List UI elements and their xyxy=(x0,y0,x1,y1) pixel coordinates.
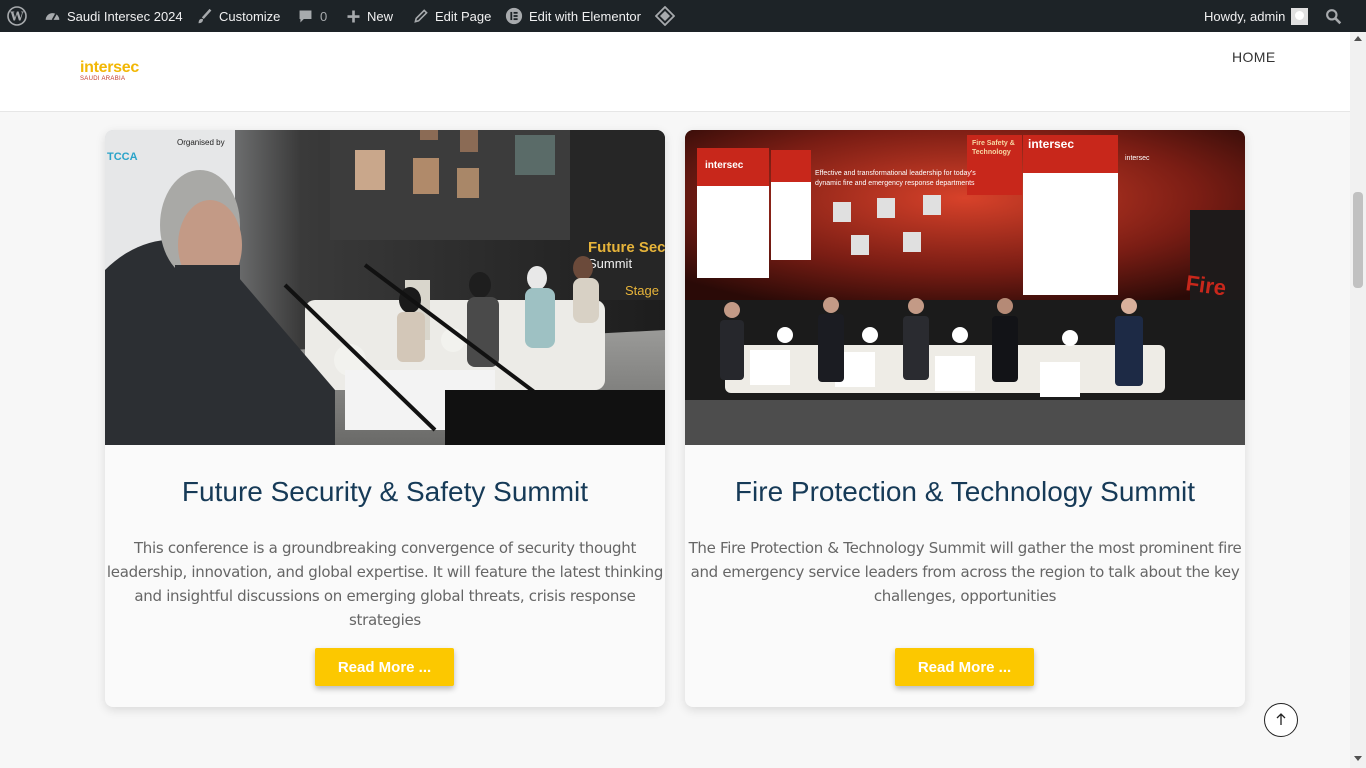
comment-icon xyxy=(297,8,314,25)
read-more-button[interactable]: Read More ... xyxy=(895,648,1034,686)
fire-summit-photo: intersec intersec intersec Fire Safety &… xyxy=(685,130,1245,445)
logo-wordmark: intersec xyxy=(80,59,139,76)
new-content-menu[interactable]: New xyxy=(346,0,393,32)
account-menu[interactable]: Howdy, admin xyxy=(1204,0,1309,32)
card-description: This conference is a groundbreaking conv… xyxy=(106,539,664,629)
customize-link[interactable]: Customize xyxy=(196,0,280,32)
nav-home-link[interactable]: HOME xyxy=(1232,49,1276,65)
svg-text:Organised by: Organised by xyxy=(177,138,225,147)
card-title[interactable]: Fire Protection & Technology Summit xyxy=(685,476,1245,508)
back-to-top-button[interactable] xyxy=(1264,703,1298,737)
logo-subtitle: SAUDI ARABIA xyxy=(80,76,126,82)
edit-page-link[interactable]: Edit Page xyxy=(413,0,491,32)
brush-icon xyxy=(196,8,213,25)
security-summit-photo: Future Sec Summit Stage Organised by TCC… xyxy=(105,130,665,445)
comments-count: 0 xyxy=(320,8,328,24)
arrow-up-icon xyxy=(1275,711,1287,730)
svg-text:Summit: Summit xyxy=(588,256,632,271)
scroll-down-arrow[interactable] xyxy=(1354,756,1362,761)
svg-text:TCCA: TCCA xyxy=(107,151,138,163)
card-description: The Fire Protection & Technology Summit … xyxy=(688,539,1242,605)
plus-icon xyxy=(346,9,361,24)
svg-text:intersec: intersec xyxy=(1028,137,1074,151)
elementor-icon xyxy=(505,7,523,25)
site-name-menu[interactable]: Saudi Intersec 2024 xyxy=(44,0,183,32)
svg-text:Fire Safety &: Fire Safety & xyxy=(972,140,1015,147)
pencil-icon xyxy=(413,8,429,24)
admin-bar: W Saudi Intersec 2024 Customize 0 New Ed… xyxy=(0,0,1366,32)
dashboard-icon xyxy=(44,8,61,25)
site-name-label: Saudi Intersec 2024 xyxy=(67,8,183,24)
site-logo[interactable]: intersec SAUDI ARABIA xyxy=(80,60,139,83)
svg-text:Effective and transformational: Effective and transformational leadershi… xyxy=(815,170,976,177)
diamond-menu-button[interactable] xyxy=(655,0,675,32)
wordpress-logo-button[interactable]: W xyxy=(7,0,27,32)
scroll-up-arrow[interactable] xyxy=(1354,36,1362,41)
summit-card-security: Future Sec Summit Stage Organised by TCC… xyxy=(105,130,665,707)
edit-page-label: Edit Page xyxy=(435,8,492,24)
card-title[interactable]: Future Security & Safety Summit xyxy=(105,476,665,508)
diamond-icon xyxy=(655,6,675,26)
svg-text:intersec: intersec xyxy=(1125,155,1150,162)
svg-text:Stage: Stage xyxy=(625,283,659,298)
admin-search-button[interactable] xyxy=(1325,0,1342,32)
svg-text:dynamic fire and emergency res: dynamic fire and emergency response depa… xyxy=(815,180,975,187)
howdy-label: Howdy, admin xyxy=(1204,8,1286,24)
scrollbar-thumb[interactable] xyxy=(1353,192,1363,288)
site-header: intersec SAUDI ARABIA HOME xyxy=(0,32,1350,112)
new-label: New xyxy=(367,8,394,24)
svg-text:Future Sec: Future Sec xyxy=(588,239,665,256)
edit-elementor-label: Edit with Elementor xyxy=(529,8,641,24)
search-icon xyxy=(1325,8,1342,25)
summit-card-fire: intersec intersec intersec Fire Safety &… xyxy=(685,130,1245,707)
customize-label: Customize xyxy=(219,8,281,24)
comments-link[interactable]: 0 xyxy=(297,0,327,32)
edit-elementor-link[interactable]: Edit with Elementor xyxy=(505,0,641,32)
read-more-button[interactable]: Read More ... xyxy=(315,648,454,686)
svg-text:W: W xyxy=(9,10,24,24)
page-scrollbar[interactable] xyxy=(1350,32,1366,768)
svg-text:Technology: Technology xyxy=(972,149,1011,156)
wordpress-icon: W xyxy=(7,6,27,26)
svg-text:intersec: intersec xyxy=(705,160,744,171)
avatar xyxy=(1291,7,1309,25)
